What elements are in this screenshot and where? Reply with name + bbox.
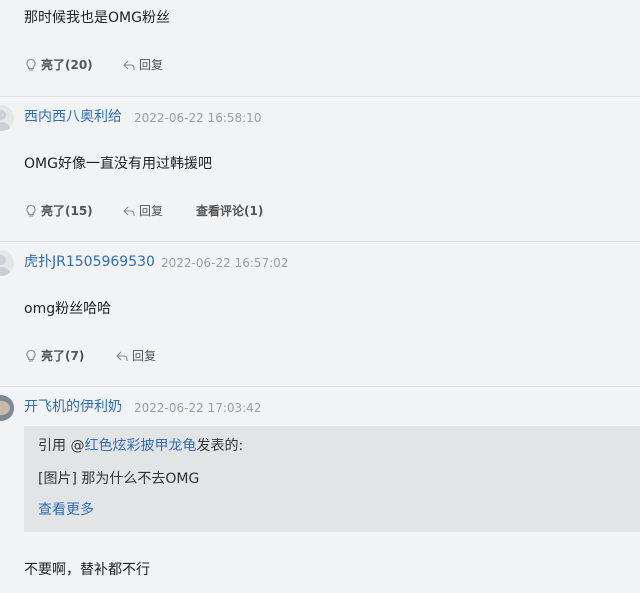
divider bbox=[0, 96, 640, 97]
username[interactable]: 虎扑JR1505969530 bbox=[24, 253, 155, 271]
quote-text: [图片] 那为什么不去OMG bbox=[38, 471, 200, 487]
quote-header: 引用 @红色炫彩披甲龙龟发表的: bbox=[38, 436, 243, 456]
timestamp: 2022-06-22 16:57:02 bbox=[161, 256, 289, 270]
lightbulb-icon bbox=[24, 349, 38, 363]
divider bbox=[0, 241, 640, 242]
reply-label: 回复 bbox=[132, 349, 157, 363]
avatar[interactable] bbox=[0, 395, 14, 421]
like-button[interactable]: 亮了(20) bbox=[24, 55, 93, 75]
like-button[interactable]: 亮了(15) bbox=[24, 201, 93, 221]
reply-arrow-icon bbox=[122, 204, 136, 218]
view-more-link[interactable]: 查看更多 bbox=[38, 500, 94, 520]
reply-button[interactable]: 回复 bbox=[122, 55, 163, 75]
divider bbox=[0, 386, 640, 387]
reply-arrow-icon bbox=[122, 58, 136, 72]
view-comments-link[interactable]: 查看评论(1) bbox=[196, 201, 263, 221]
quote-prefix: 引用 @ bbox=[38, 438, 85, 454]
reply-content: 不要啊，替补都不行 bbox=[24, 562, 150, 578]
like-count: 亮了(7) bbox=[41, 349, 85, 363]
view-comments-label: 查看评论(1) bbox=[196, 204, 264, 218]
avatar[interactable] bbox=[0, 105, 14, 131]
reply-content: omg粉丝哈哈 bbox=[24, 301, 112, 317]
timestamp: 2022-06-22 17:03:42 bbox=[134, 401, 262, 415]
reply-button[interactable]: 回复 bbox=[122, 201, 163, 221]
lightbulb-icon bbox=[24, 58, 38, 72]
quoted-username[interactable]: 红色炫彩披甲龙龟 bbox=[84, 438, 196, 454]
reply-label: 回复 bbox=[139, 204, 164, 218]
like-button[interactable]: 亮了(7) bbox=[24, 346, 84, 366]
timestamp: 2022-06-22 16:58:10 bbox=[134, 111, 262, 125]
avatar[interactable] bbox=[0, 250, 14, 276]
quote-block: 引用 @红色炫彩披甲龙龟发表的: [图片] 那为什么不去OMG 查看更多 bbox=[24, 426, 640, 532]
reply-arrow-icon bbox=[115, 349, 129, 363]
reply-content: OMG好像一直没有用过韩援吧 bbox=[24, 156, 212, 172]
like-count: 亮了(20) bbox=[41, 58, 93, 72]
reply-label: 回复 bbox=[139, 58, 164, 72]
reply-content: 那时候我也是OMG粉丝 bbox=[24, 10, 170, 26]
like-count: 亮了(15) bbox=[41, 204, 93, 218]
lightbulb-icon bbox=[24, 204, 38, 218]
username[interactable]: 西内西八奥利给 bbox=[24, 108, 122, 126]
quote-suffix: 发表的: bbox=[196, 438, 244, 454]
username[interactable]: 开飞机的伊利奶 bbox=[24, 398, 122, 416]
reply-button[interactable]: 回复 bbox=[115, 346, 156, 366]
